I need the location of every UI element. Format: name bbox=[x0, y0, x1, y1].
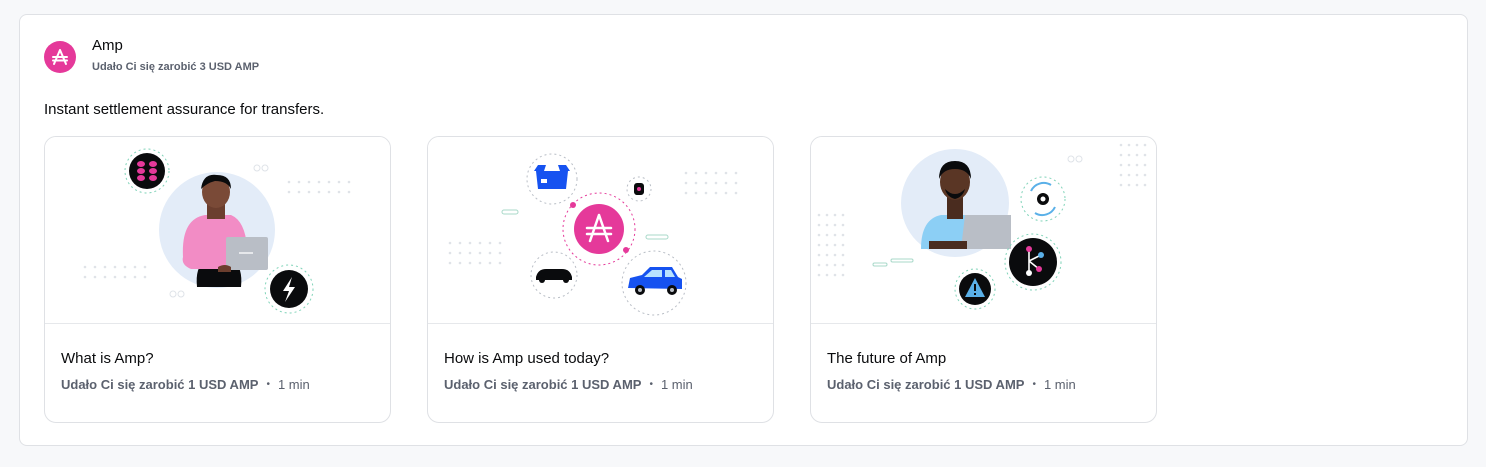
asset-tagline: Instant settlement assurance for transfe… bbox=[44, 101, 325, 118]
asset-name: Amp bbox=[92, 37, 123, 54]
amp-logo-icon bbox=[44, 41, 76, 73]
lesson-duration: 1 min bbox=[660, 377, 693, 392]
lesson-meta: Udało Ci się zarobić 1 USD AMP • 1 min bbox=[444, 377, 757, 392]
developer-at-laptop-illustration bbox=[811, 137, 1156, 324]
lesson-meta: Udało Ci się zarobić 1 USD AMP • 1 min bbox=[61, 377, 374, 392]
lesson-title: What is Amp? bbox=[61, 350, 154, 367]
lesson-duration: 1 min bbox=[1043, 377, 1076, 392]
amp-network-illustration bbox=[428, 137, 773, 324]
lesson-title: How is Amp used today? bbox=[444, 350, 610, 367]
lesson-title: The future of Amp bbox=[827, 350, 947, 367]
lesson-card-what-is-amp[interactable]: What is Amp? Udało Ci się zarobić 1 USD … bbox=[44, 136, 391, 423]
lesson-card-how-is-amp-used[interactable]: How is Amp used today? Udało Ci się zaro… bbox=[427, 136, 774, 423]
lesson-meta: Udało Ci się zarobić 1 USD AMP • 1 min bbox=[827, 377, 1140, 392]
meta-separator: • bbox=[649, 379, 653, 390]
lesson-reward: Udało Ci się zarobić 1 USD AMP bbox=[444, 377, 642, 392]
lesson-cards: What is Amp? Udało Ci się zarobić 1 USD … bbox=[44, 136, 1193, 423]
meta-separator: • bbox=[266, 379, 270, 390]
asset-header: Amp Udało Ci się zarobić 3 USD AMP bbox=[44, 37, 260, 73]
lesson-reward: Udało Ci się zarobić 1 USD AMP bbox=[61, 377, 259, 392]
lesson-reward: Udało Ci się zarobić 1 USD AMP bbox=[827, 377, 1025, 392]
meta-separator: • bbox=[1032, 379, 1036, 390]
amp-learning-panel: Amp Udało Ci się zarobić 3 USD AMP Insta… bbox=[19, 14, 1468, 446]
lesson-duration: 1 min bbox=[277, 377, 310, 392]
lesson-card-future-of-amp[interactable]: The future of Amp Udało Ci się zarobić 1… bbox=[810, 136, 1157, 423]
asset-reward-text: Udało Ci się zarobić 3 USD AMP bbox=[92, 61, 260, 73]
person-with-laptop-illustration bbox=[45, 137, 390, 324]
